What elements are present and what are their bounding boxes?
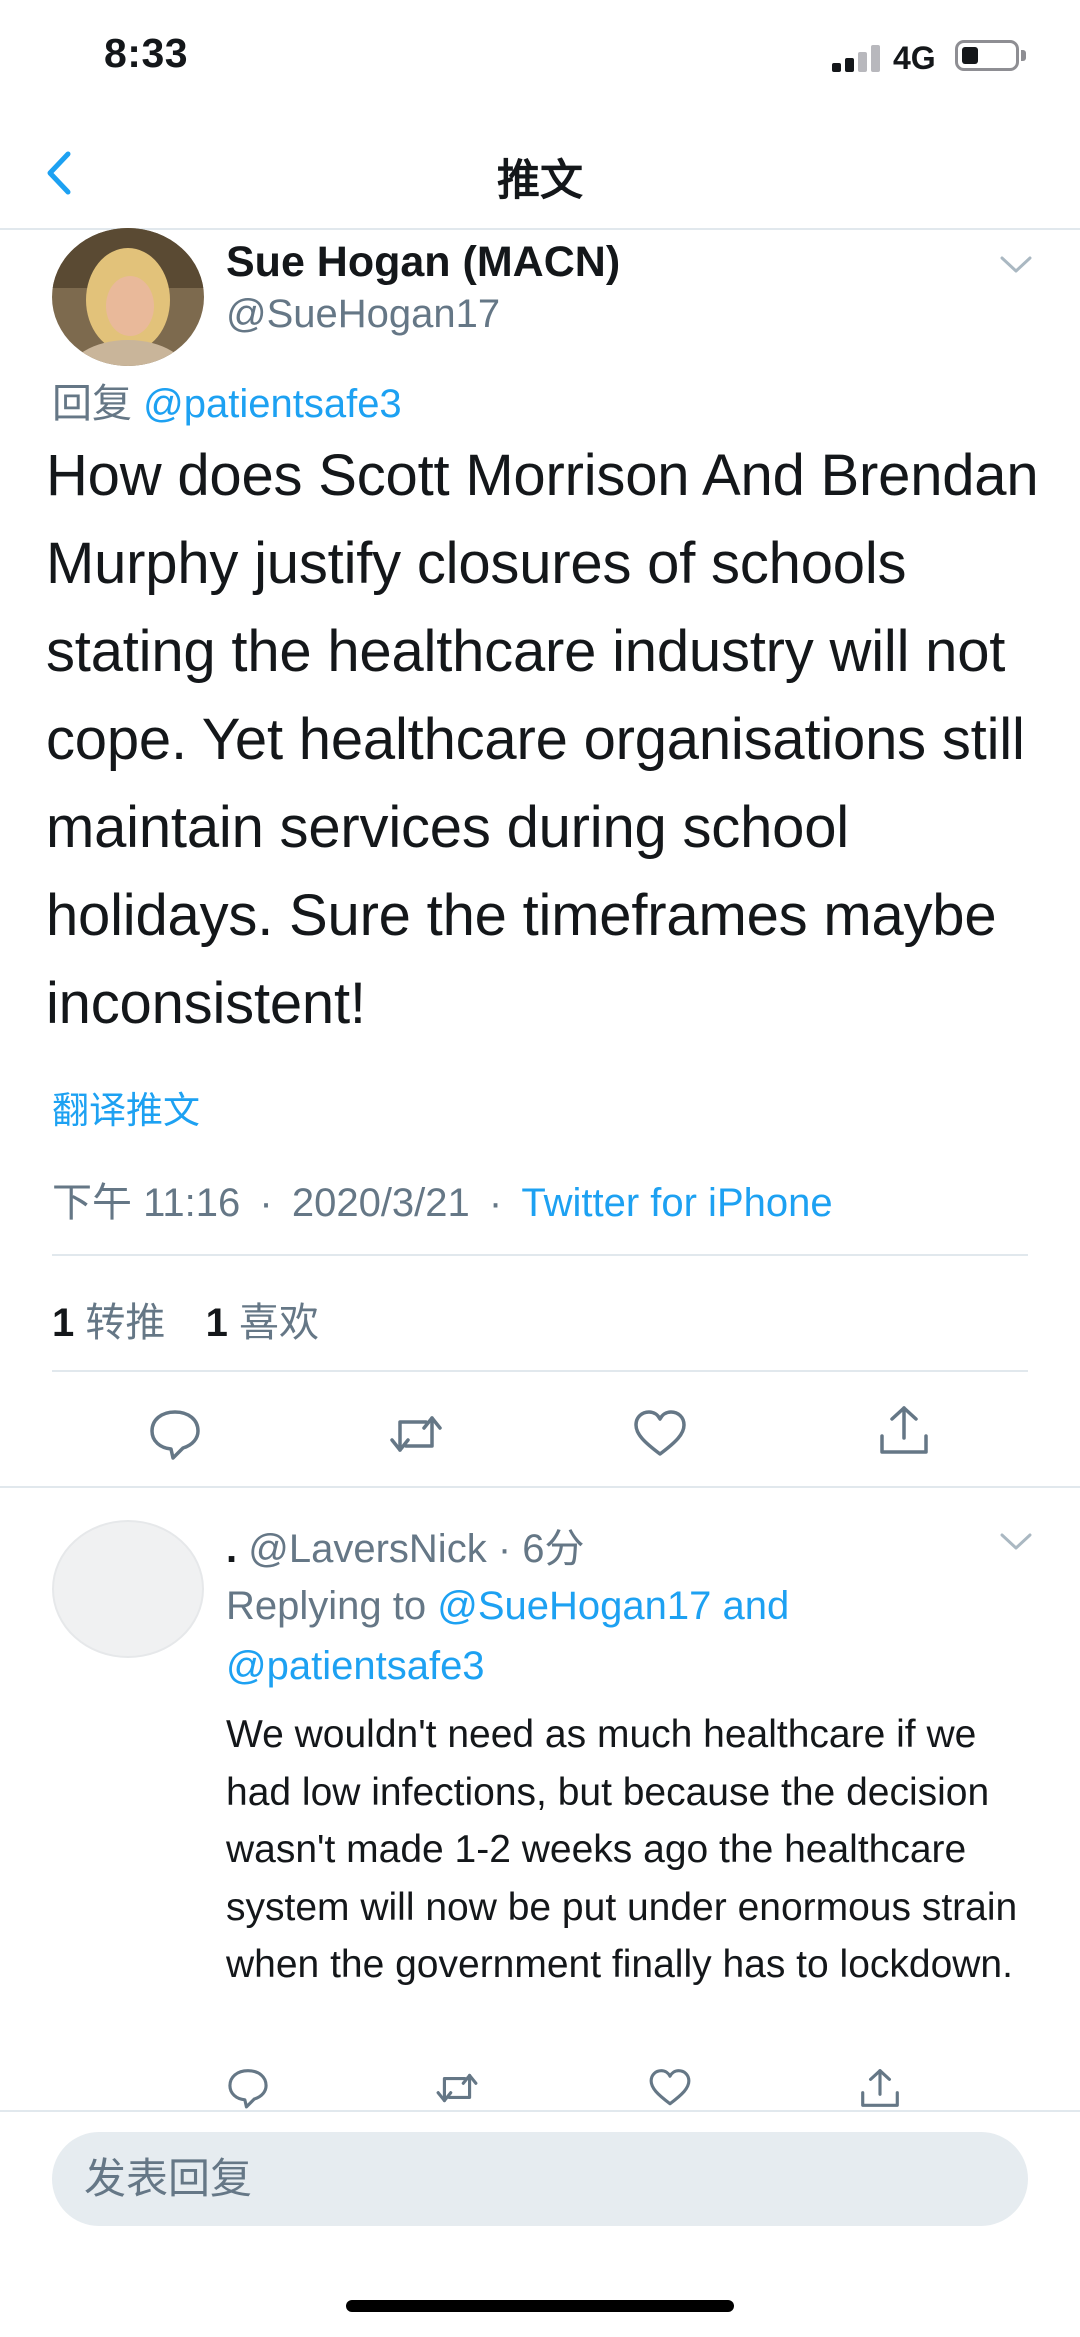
reply-time: 6分 [522, 1527, 585, 1571]
home-indicator[interactable] [346, 2300, 734, 2312]
reply-icon [228, 2069, 268, 2109]
share-icon [880, 1406, 928, 1454]
reply-text: We wouldn't need as much healthcare if w… [226, 1713, 1018, 1986]
likes-label: 喜欢 [239, 1301, 319, 1345]
tweet-time: 下午 11:16 [52, 1181, 241, 1225]
likes-stat[interactable]: 1 喜欢 [206, 1301, 319, 1345]
reply-button[interactable] [147, 1406, 203, 1462]
reply-like-button[interactable] [648, 2066, 692, 2110]
translate-tweet-link[interactable]: 翻译推文 [52, 1080, 200, 1134]
retweets-stat[interactable]: 1 转推 [52, 1301, 165, 1345]
reply-prefix: 回复 [52, 382, 132, 426]
reply-share-button[interactable] [858, 2066, 902, 2110]
tweet-meta: 下午 11:16 · 2020/3/21 · Twitter for iPhon… [52, 1170, 833, 1228]
replying-label: Replying to [226, 1584, 427, 1628]
tweet-divider [0, 1486, 1080, 1488]
author-name[interactable]: Sue Hogan (MACN) [226, 238, 620, 287]
share-icon [861, 2069, 899, 2107]
replying-and: and [722, 1584, 790, 1628]
reply-author-handle[interactable]: @LaversNick [248, 1527, 486, 1571]
tweet-source-link[interactable]: Twitter for iPhone [521, 1181, 832, 1225]
tweet-text: How does Scott Morrison And Brendan Murp… [46, 443, 1039, 1036]
retweet-icon [390, 1416, 442, 1452]
chevron-down-icon [1000, 256, 1032, 273]
battery-icon [955, 40, 1019, 71]
retweet-icon [436, 2073, 478, 2103]
meta-divider [52, 1254, 1028, 1256]
reply-to-link[interactable]: @patientsafe3 [143, 382, 402, 426]
reply-menu-button[interactable] [999, 1532, 1033, 1552]
avatar[interactable] [52, 228, 204, 366]
reply-header: . @LaversNick · 6分 [226, 1516, 585, 1574]
retweet-button[interactable] [388, 1406, 444, 1462]
reply-reply-button[interactable] [226, 2066, 270, 2110]
signal-strength-icon [832, 44, 882, 72]
tweet-stats: 1 转推 1 喜欢 [52, 1290, 319, 1348]
replying-user-link[interactable]: @patientsafe3 [226, 1644, 485, 1688]
reply-author-name[interactable]: . [226, 1527, 237, 1571]
reply-separator: · [497, 1527, 512, 1571]
tweet-menu-button[interactable] [999, 255, 1033, 275]
chevron-down-icon [1000, 1533, 1032, 1550]
page-title: 推文 [497, 157, 583, 205]
network-type: 4G [893, 40, 936, 76]
share-button[interactable] [876, 1402, 932, 1458]
tweet-date: 2020/3/21 [291, 1181, 470, 1225]
reply-input[interactable]: 发表回复 [52, 2132, 1028, 2226]
meta-separator: · [259, 1181, 273, 1225]
reply-retweet-button[interactable] [435, 2066, 479, 2110]
meta-separator: · [488, 1181, 503, 1225]
heart-icon [649, 2069, 691, 2106]
battery-cap [1021, 50, 1026, 61]
reply-avatar[interactable] [52, 1520, 204, 1658]
reply-context: 回复 @patientsafe3 [52, 371, 402, 429]
replying-to: Replying to @SueHogan17 and @patientsafe… [226, 1576, 1026, 1696]
heart-icon [634, 1410, 686, 1456]
status-time: 8:33 [104, 30, 189, 76]
reply-icon [150, 1410, 200, 1460]
stats-divider [52, 1370, 1028, 1372]
like-button[interactable] [632, 1406, 688, 1462]
avatar-photo [52, 228, 204, 366]
replying-user-link[interactable]: @SueHogan17 [437, 1584, 711, 1628]
nav-divider [0, 228, 1080, 230]
retweets-count: 1 [52, 1301, 75, 1345]
retweets-label: 转推 [85, 1301, 166, 1345]
likes-count: 1 [205, 1301, 228, 1345]
author-handle[interactable]: @SueHogan17 [226, 292, 500, 337]
